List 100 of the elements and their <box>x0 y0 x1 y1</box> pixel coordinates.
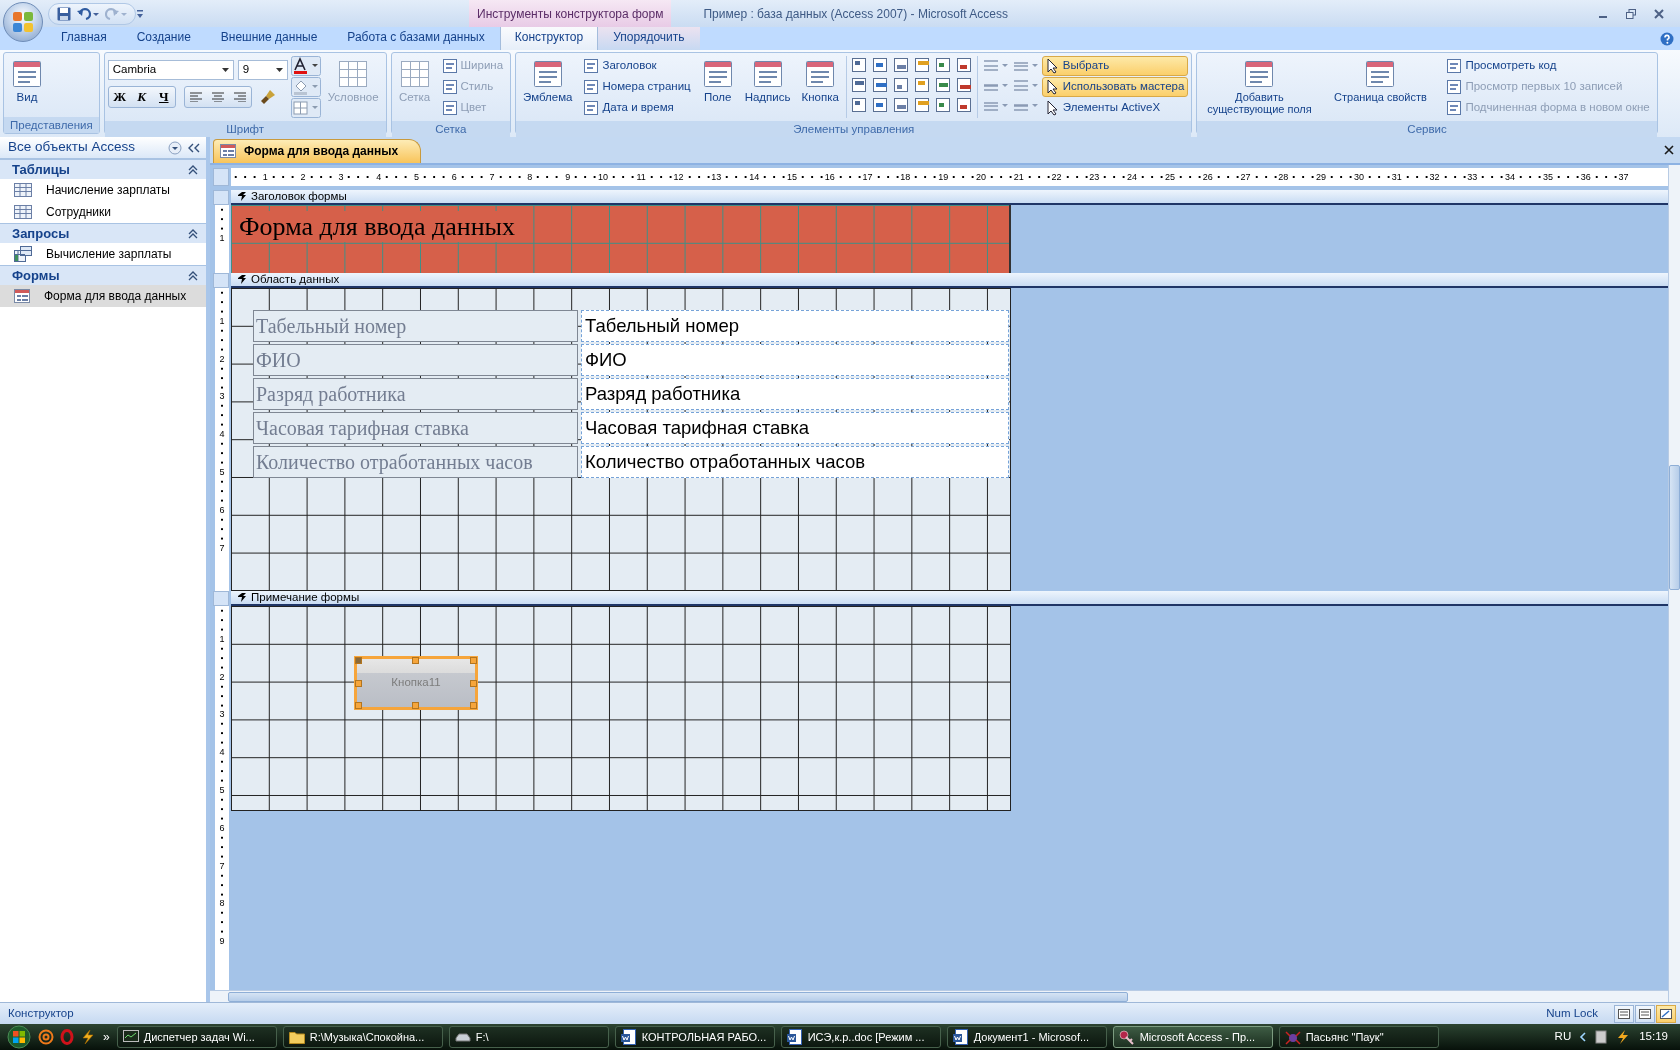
nav-group-header[interactable]: Таблицы <box>0 159 206 179</box>
gridlines-icon[interactable] <box>290 98 321 118</box>
font-size-field[interactable]: 9 <box>237 60 288 80</box>
taskbar-button[interactable]: Пасьянс "Паук" <box>1278 1026 1439 1048</box>
more-button[interactable]: » <box>102 1027 111 1047</box>
customize-icon[interactable] <box>136 8 144 19</box>
font-name-field[interactable]: Cambria <box>107 60 234 80</box>
ribbon-button[interactable]: Надпись <box>740 56 795 107</box>
control-icon[interactable] <box>954 76 973 94</box>
taskbar-button[interactable]: F:\ <box>448 1026 609 1048</box>
control-icon[interactable] <box>933 96 952 114</box>
section-header-bar[interactable]: Заголовок формы <box>231 190 1668 205</box>
horizontal-scrollbar[interactable] <box>210 990 1668 1002</box>
taskbar-button[interactable]: ИСЭ,к.р..doc [Режим ... <box>780 1026 941 1048</box>
format-button[interactable]: Ч <box>152 87 175 107</box>
lightning-icon[interactable] <box>80 1029 96 1045</box>
control-icon[interactable] <box>912 56 931 74</box>
control-icon[interactable] <box>954 56 973 74</box>
section-header-bar[interactable]: Область данных <box>231 273 1668 288</box>
ribbon-tab[interactable]: Создание <box>121 24 206 50</box>
control-icon[interactable] <box>954 96 973 114</box>
close-icon[interactable] <box>1664 145 1674 155</box>
at-sign-icon[interactable] <box>38 1029 54 1045</box>
field-label[interactable]: Количество отработанных часов <box>253 446 578 478</box>
align-left-icon[interactable] <box>189 92 202 102</box>
chevron-icon[interactable] <box>1579 1032 1588 1042</box>
ribbon-tab[interactable]: Работа с базами данных <box>332 24 500 50</box>
ribbon-button[interactable]: Эмблема <box>519 56 577 107</box>
text-box[interactable]: Табельный номер <box>581 310 1009 342</box>
toggle-button[interactable]: Элементы ActiveX <box>1041 98 1189 118</box>
control-icon[interactable] <box>891 76 910 94</box>
ribbon-button[interactable]: Заголовок <box>579 56 695 76</box>
office-button[interactable] <box>3 2 43 42</box>
taskbar-button[interactable]: Документ1 - Microsof... <box>946 1026 1107 1048</box>
nav-pane-header[interactable]: Все объекты Access <box>0 137 206 159</box>
collapse-icon[interactable] <box>188 142 200 153</box>
control-icon[interactable] <box>912 76 931 94</box>
restore-icon[interactable] <box>1626 8 1636 19</box>
font-color-icon[interactable] <box>290 56 321 76</box>
section-header-bar[interactable]: Примечание формы <box>231 591 1668 606</box>
control-icon[interactable] <box>849 76 868 94</box>
taskbar-button[interactable]: Диспетчер задач Wi... <box>116 1026 277 1048</box>
ribbon-tab[interactable]: Внешние данные <box>205 24 333 50</box>
dropdown-icon[interactable] <box>275 68 283 72</box>
undo-icon[interactable] <box>77 6 99 21</box>
ribbon-button[interactable]: Вид <box>7 56 47 107</box>
text-box[interactable]: Разряд работника <box>581 378 1009 410</box>
view-button[interactable] <box>1656 1004 1676 1023</box>
taskbar-button[interactable]: Microsoft Access - Пр... <box>1112 1026 1273 1048</box>
ribbon-button[interactable]: Добавить существующие поля <box>1200 56 1319 119</box>
nav-item[interactable]: Форма для ввода данных <box>0 285 206 307</box>
align-center-icon[interactable] <box>211 92 224 102</box>
taskbar-button[interactable]: КОНТРОЛЬНАЯ РАБО... <box>614 1026 775 1048</box>
save-icon[interactable] <box>57 6 71 21</box>
field-label[interactable]: Часовая тарифная ставка <box>253 412 578 444</box>
control-icon[interactable] <box>933 56 952 74</box>
control-icon[interactable] <box>891 56 910 74</box>
help-icon[interactable] <box>1660 31 1674 46</box>
field-label[interactable]: Разряд работника <box>253 378 578 410</box>
tray-app-icon[interactable] <box>1595 1030 1608 1044</box>
ribbon-button[interactable]: Номера страниц <box>579 77 695 97</box>
ribbon-button[interactable]: Поле <box>697 56 738 107</box>
brush-icon[interactable] <box>259 89 276 105</box>
control-icon[interactable] <box>933 76 952 94</box>
field-label[interactable]: ФИО <box>253 344 578 376</box>
form-title-label[interactable]: Форма для ввода данных <box>239 211 516 243</box>
ring-icon[interactable] <box>60 1029 74 1045</box>
toggle-button[interactable]: Использовать мастера <box>1041 77 1189 97</box>
fill-color-icon[interactable] <box>290 77 321 97</box>
control-icon[interactable] <box>912 96 931 114</box>
text-box[interactable]: Количество отработанных часов <box>581 446 1009 478</box>
ribbon-button[interactable]: Страница свойств <box>1321 56 1440 107</box>
ribbon-button[interactable]: Просмотреть код <box>1442 56 1654 76</box>
ribbon-button[interactable]: Дата и время <box>579 98 695 118</box>
vertical-scrollbar[interactable] <box>1668 165 1680 1002</box>
start-button-icon[interactable] <box>6 1025 32 1049</box>
nav-group-header[interactable]: Запросы <box>0 223 206 243</box>
nav-group-header[interactable]: Формы <box>0 265 206 285</box>
control-icon[interactable] <box>849 96 868 114</box>
toggle-button[interactable]: Выбрать <box>1041 56 1189 76</box>
text-box[interactable]: Часовая тарифная ставка <box>581 412 1009 444</box>
ribbon-button[interactable]: Кнопка <box>797 56 843 107</box>
format-button[interactable]: Ж <box>108 87 131 107</box>
view-button[interactable] <box>1614 1004 1634 1023</box>
control-icon[interactable] <box>891 96 910 114</box>
scrollbar-thumb[interactable] <box>1669 465 1680 590</box>
taskbar-button[interactable]: R:\Музыка\Спокойна... <box>282 1026 443 1048</box>
scrollbar-thumb[interactable] <box>228 991 1128 1002</box>
align-right-icon[interactable] <box>233 92 246 102</box>
ribbon-tab[interactable]: Главная <box>46 24 122 50</box>
text-box[interactable]: ФИО <box>581 344 1009 376</box>
document-tab[interactable]: Форма для ввода данных <box>213 139 422 163</box>
dropdown-icon[interactable] <box>168 140 182 155</box>
control-icon[interactable] <box>870 76 889 94</box>
control-icon[interactable] <box>849 56 868 74</box>
control-icon[interactable] <box>870 96 889 114</box>
view-button[interactable] <box>1635 1004 1655 1023</box>
control-icon[interactable] <box>870 56 889 74</box>
dropdown-icon[interactable] <box>221 68 229 72</box>
language-indicator[interactable]: RU <box>1554 1028 1572 1046</box>
